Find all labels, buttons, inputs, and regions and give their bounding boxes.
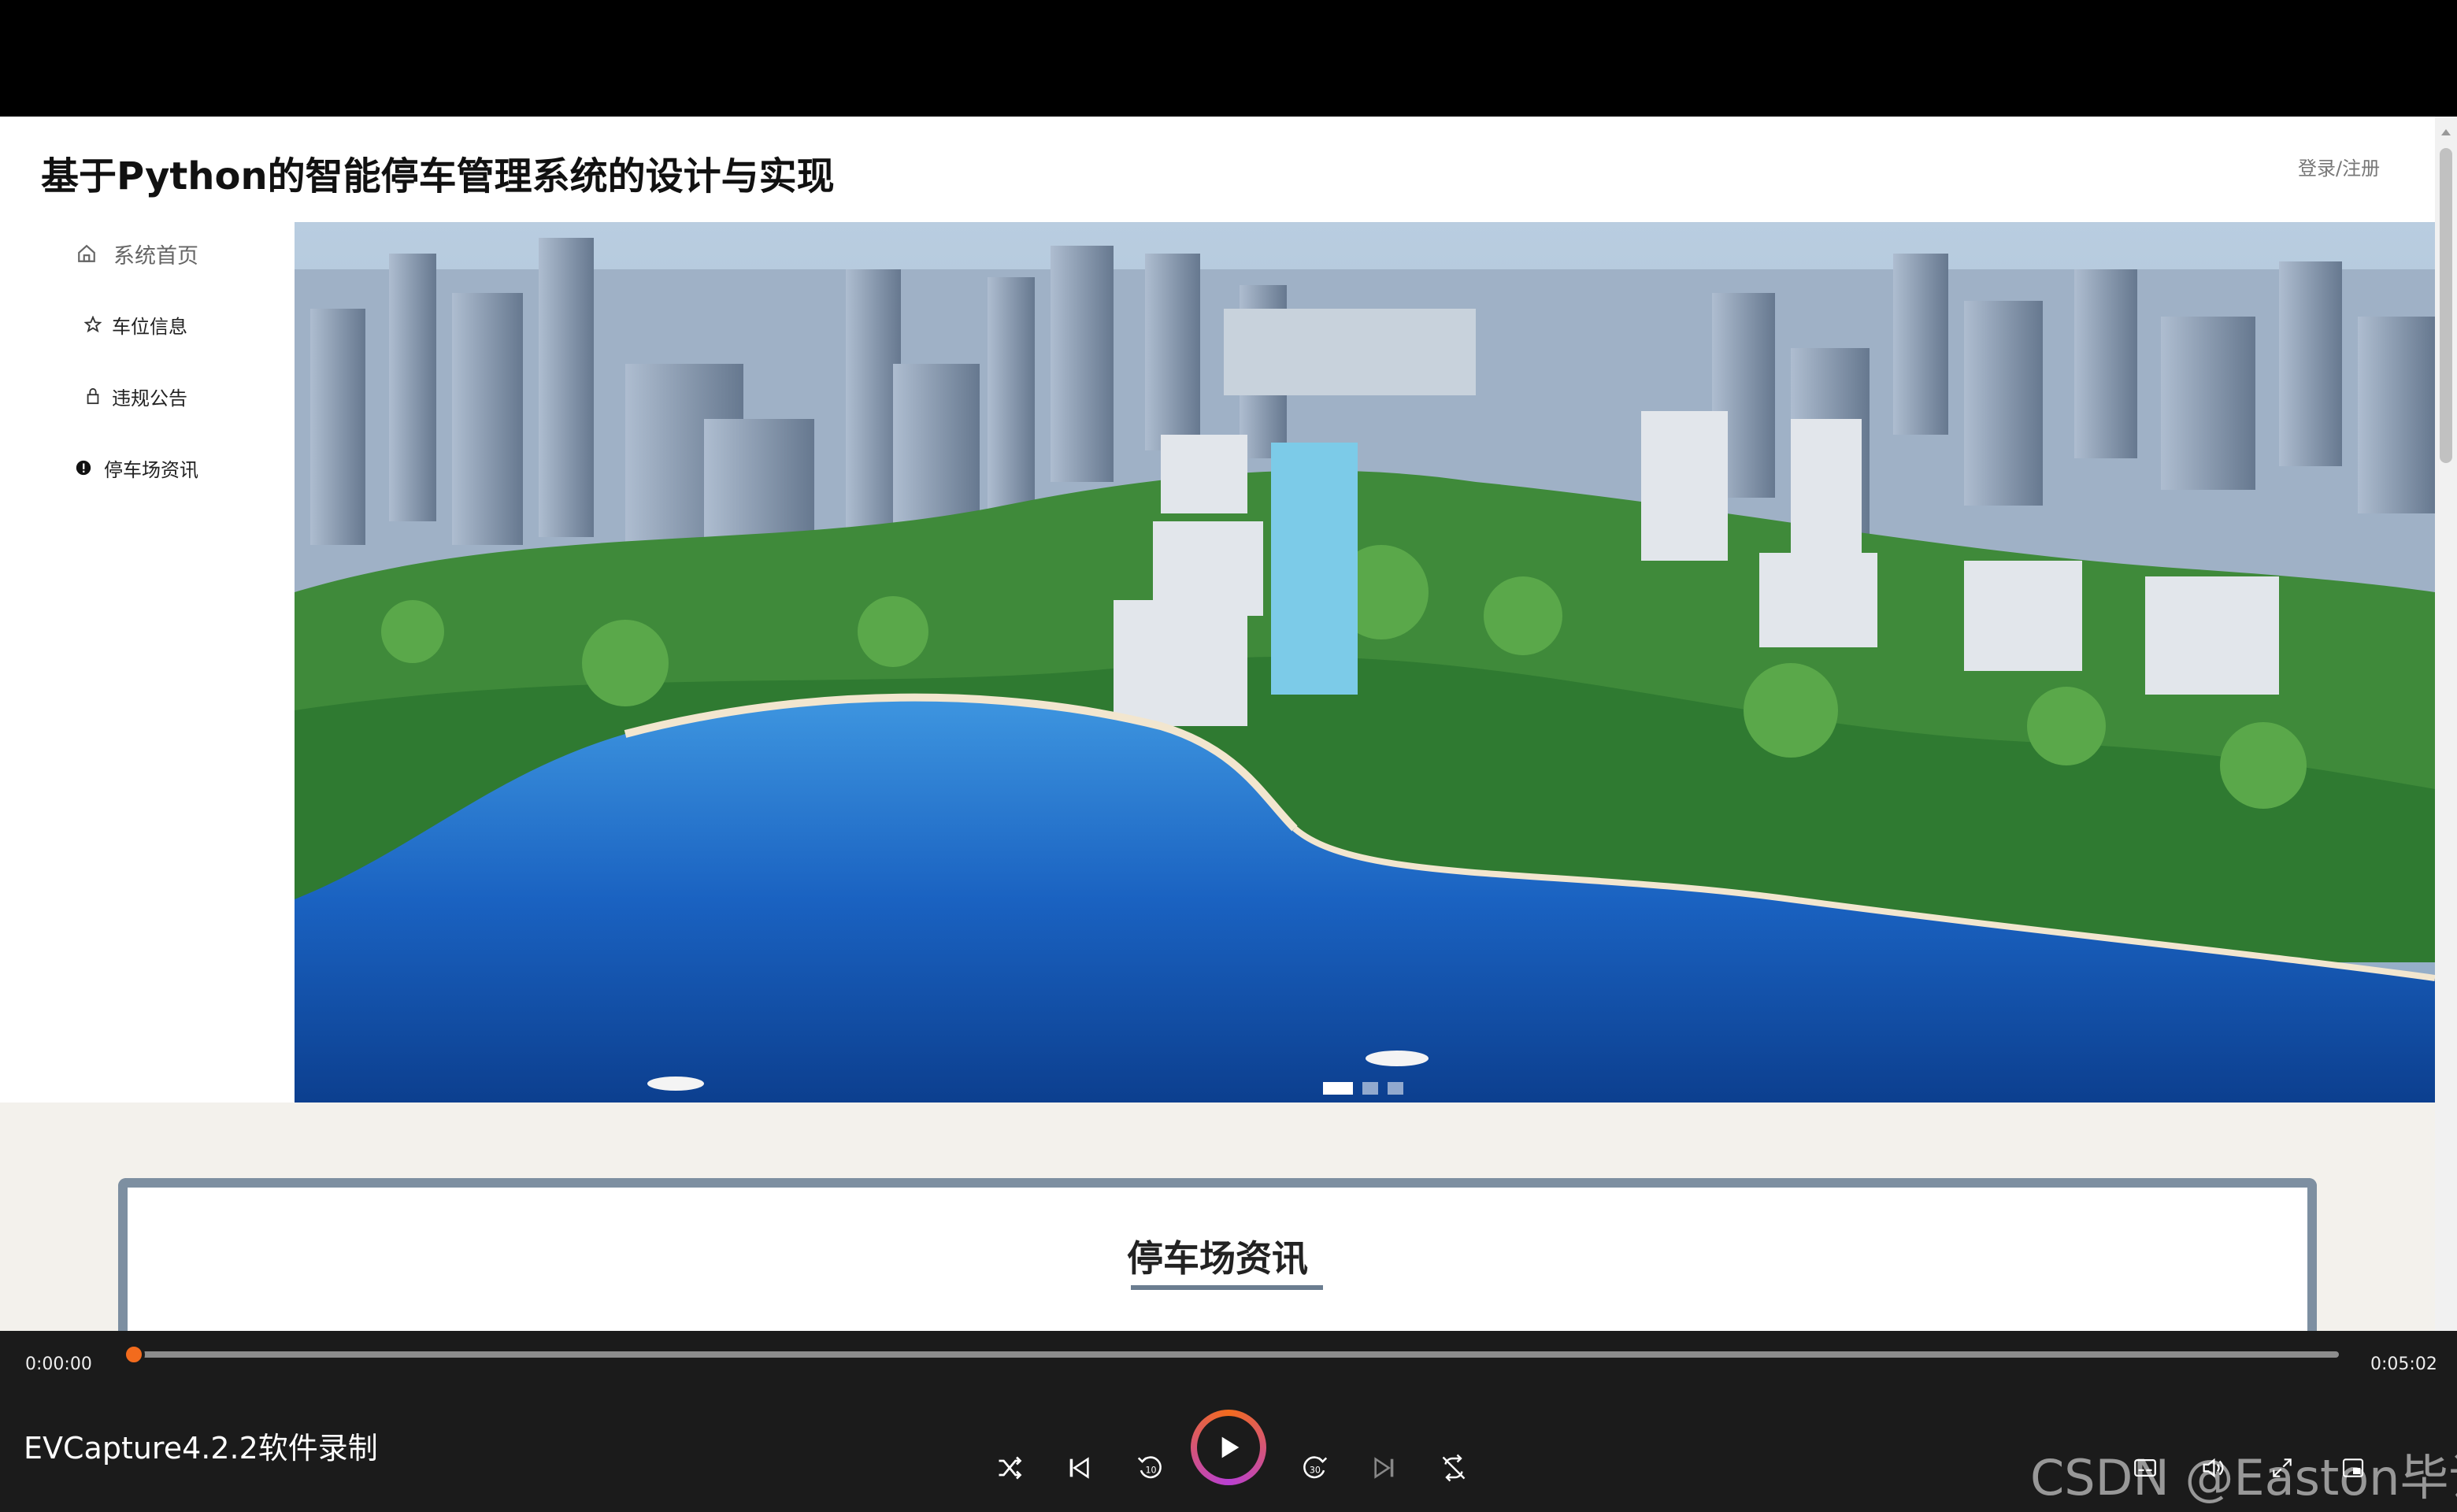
login-register-link[interactable]: 登录/注册 [2298, 153, 2380, 180]
info-icon [68, 452, 99, 484]
home-icon [71, 238, 102, 269]
section-title: 停车场资讯 [1127, 1237, 1308, 1280]
sidebar-item-label: 停车场资讯 [104, 458, 198, 481]
shuffle-button[interactable] [988, 1446, 1032, 1490]
skip-previous-icon [1069, 1457, 1089, 1479]
web-page: 基于Python的智能停车管理系统的设计与实现 登录/注册 系统首页 车位信息 … [0, 117, 2457, 1331]
scrollbar-thumb[interactable] [2440, 148, 2452, 463]
title-underline [1131, 1285, 1323, 1290]
site-title: 基于Python的智能停车管理系统的设计与实现 [41, 154, 835, 198]
sidebar: 系统首页 车位信息 违规公告 停车场资讯 [0, 222, 295, 1108]
watermark: CSDN @Easton毕设 [2030, 1449, 2457, 1506]
sidebar-item-violations[interactable]: 违规公告 [0, 365, 295, 428]
forward-30-icon: 30 [1303, 1456, 1328, 1479]
sidebar-item-label: 系统首页 [113, 243, 198, 269]
star-icon [77, 309, 109, 340]
sidebar-item-label: 车位信息 [112, 315, 187, 338]
play-icon [1221, 1436, 1240, 1458]
sidebar-item-parking-news[interactable]: 停车场资讯 [0, 436, 295, 499]
news-frame: 停车场资讯 [118, 1178, 2317, 1331]
svg-text:10: 10 [1145, 1465, 1156, 1475]
rewind-10-icon: 10 [1137, 1456, 1162, 1479]
banner-carousel[interactable] [295, 222, 2435, 1102]
progress-bar[interactable] [134, 1351, 2339, 1358]
repeat-off-icon [1442, 1454, 1466, 1482]
carousel-dot[interactable] [1388, 1082, 1403, 1095]
play-button[interactable] [1191, 1410, 1266, 1485]
carousel-dot[interactable] [1362, 1082, 1378, 1095]
letterbox-top [0, 0, 2457, 117]
scroll-up-icon[interactable] [2441, 129, 2451, 135]
carousel-dot[interactable] [1323, 1082, 1353, 1095]
page-vertical-scrollbar[interactable] [2435, 117, 2457, 1331]
shuffle-icon [999, 1456, 1022, 1480]
progress-handle[interactable] [123, 1343, 145, 1366]
banner-image [295, 222, 2435, 1102]
carousel-indicators [1323, 1082, 1403, 1095]
total-time: 0:05:02 [2370, 1354, 2437, 1374]
recording-caption: EVCapture4.2.2软件录制 [24, 1431, 378, 1466]
forward-30-button[interactable]: 30 [1293, 1446, 1337, 1490]
sidebar-item-label: 违规公告 [112, 387, 187, 410]
svg-text:30: 30 [1310, 1465, 1321, 1475]
news-section: 停车场资讯 [0, 1102, 2435, 1331]
skip-next-icon [1374, 1457, 1394, 1479]
next-button[interactable] [1362, 1446, 1406, 1490]
sidebar-item-parking-spaces[interactable]: 车位信息 [0, 293, 295, 356]
lock-icon [77, 380, 109, 412]
previous-button[interactable] [1057, 1446, 1101, 1490]
rewind-10-button[interactable]: 10 [1128, 1446, 1172, 1490]
screen: 基于Python的智能停车管理系统的设计与实现 登录/注册 系统首页 车位信息 … [0, 0, 2457, 1512]
repeat-button[interactable] [1432, 1446, 1476, 1490]
current-time: 0:00:00 [25, 1354, 92, 1374]
video-player-bar: 0:00:00 0:05:02 EVCapture4.2.2软件录制 10 30 [0, 1331, 2457, 1512]
sidebar-item-home[interactable]: 系统首页 [0, 222, 295, 285]
